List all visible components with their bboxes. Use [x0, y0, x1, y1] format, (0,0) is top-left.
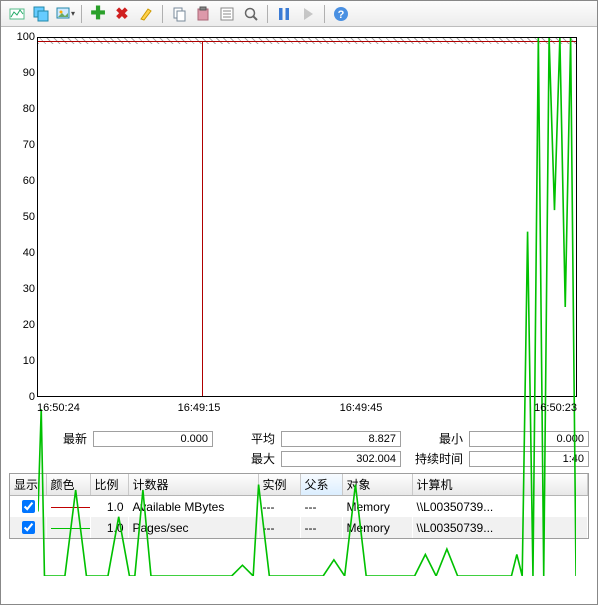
- remove-icon[interactable]: ✖: [111, 3, 133, 25]
- y-tick: 70: [23, 139, 35, 151]
- x-tick: 16:49:15: [178, 402, 221, 414]
- properties-icon[interactable]: [216, 3, 238, 25]
- show-checkbox[interactable]: [22, 500, 35, 513]
- separator: [162, 5, 163, 23]
- y-tick: 30: [23, 283, 35, 295]
- chart-area: 100 90 80 70 60 50 40 30 20 10 0 16:50:2…: [9, 37, 589, 422]
- y-tick: 60: [23, 175, 35, 187]
- add-icon[interactable]: ✚: [87, 3, 109, 25]
- x-tick: 16:49:45: [340, 402, 383, 414]
- gallery-icon[interactable]: ▾: [54, 3, 76, 25]
- x-axis: 16:50:24 16:49:15 16:49:45 16:50:23: [37, 402, 577, 418]
- x-tick: 16:50:23: [534, 402, 577, 414]
- view-current-icon[interactable]: [6, 3, 28, 25]
- separator: [267, 5, 268, 23]
- show-checkbox[interactable]: [22, 521, 35, 534]
- update-icon[interactable]: [297, 3, 319, 25]
- plot-area[interactable]: [37, 37, 577, 397]
- y-tick: 90: [23, 67, 35, 79]
- y-tick: 50: [23, 211, 35, 223]
- y-tick: 20: [23, 319, 35, 331]
- y-tick: 0: [29, 391, 35, 403]
- separator: [81, 5, 82, 23]
- separator: [324, 5, 325, 23]
- zoom-icon[interactable]: [240, 3, 262, 25]
- help-icon[interactable]: ?: [330, 3, 352, 25]
- y-tick: 40: [23, 247, 35, 259]
- view-log-icon[interactable]: [30, 3, 52, 25]
- copy-icon[interactable]: [168, 3, 190, 25]
- svg-text:?: ?: [338, 9, 345, 21]
- toolbar: ▾ ✚ ✖ ?: [1, 1, 597, 27]
- series-pages-sec: [38, 38, 576, 576]
- freeze-icon[interactable]: [273, 3, 295, 25]
- y-tick: 10: [23, 355, 35, 367]
- paste-icon[interactable]: [192, 3, 214, 25]
- highlight-icon[interactable]: [135, 3, 157, 25]
- y-axis: 100 90 80 70 60 50 40 30 20 10 0: [9, 37, 37, 397]
- y-tick: 100: [17, 31, 35, 43]
- x-tick: 16:50:24: [37, 402, 80, 414]
- y-tick: 80: [23, 103, 35, 115]
